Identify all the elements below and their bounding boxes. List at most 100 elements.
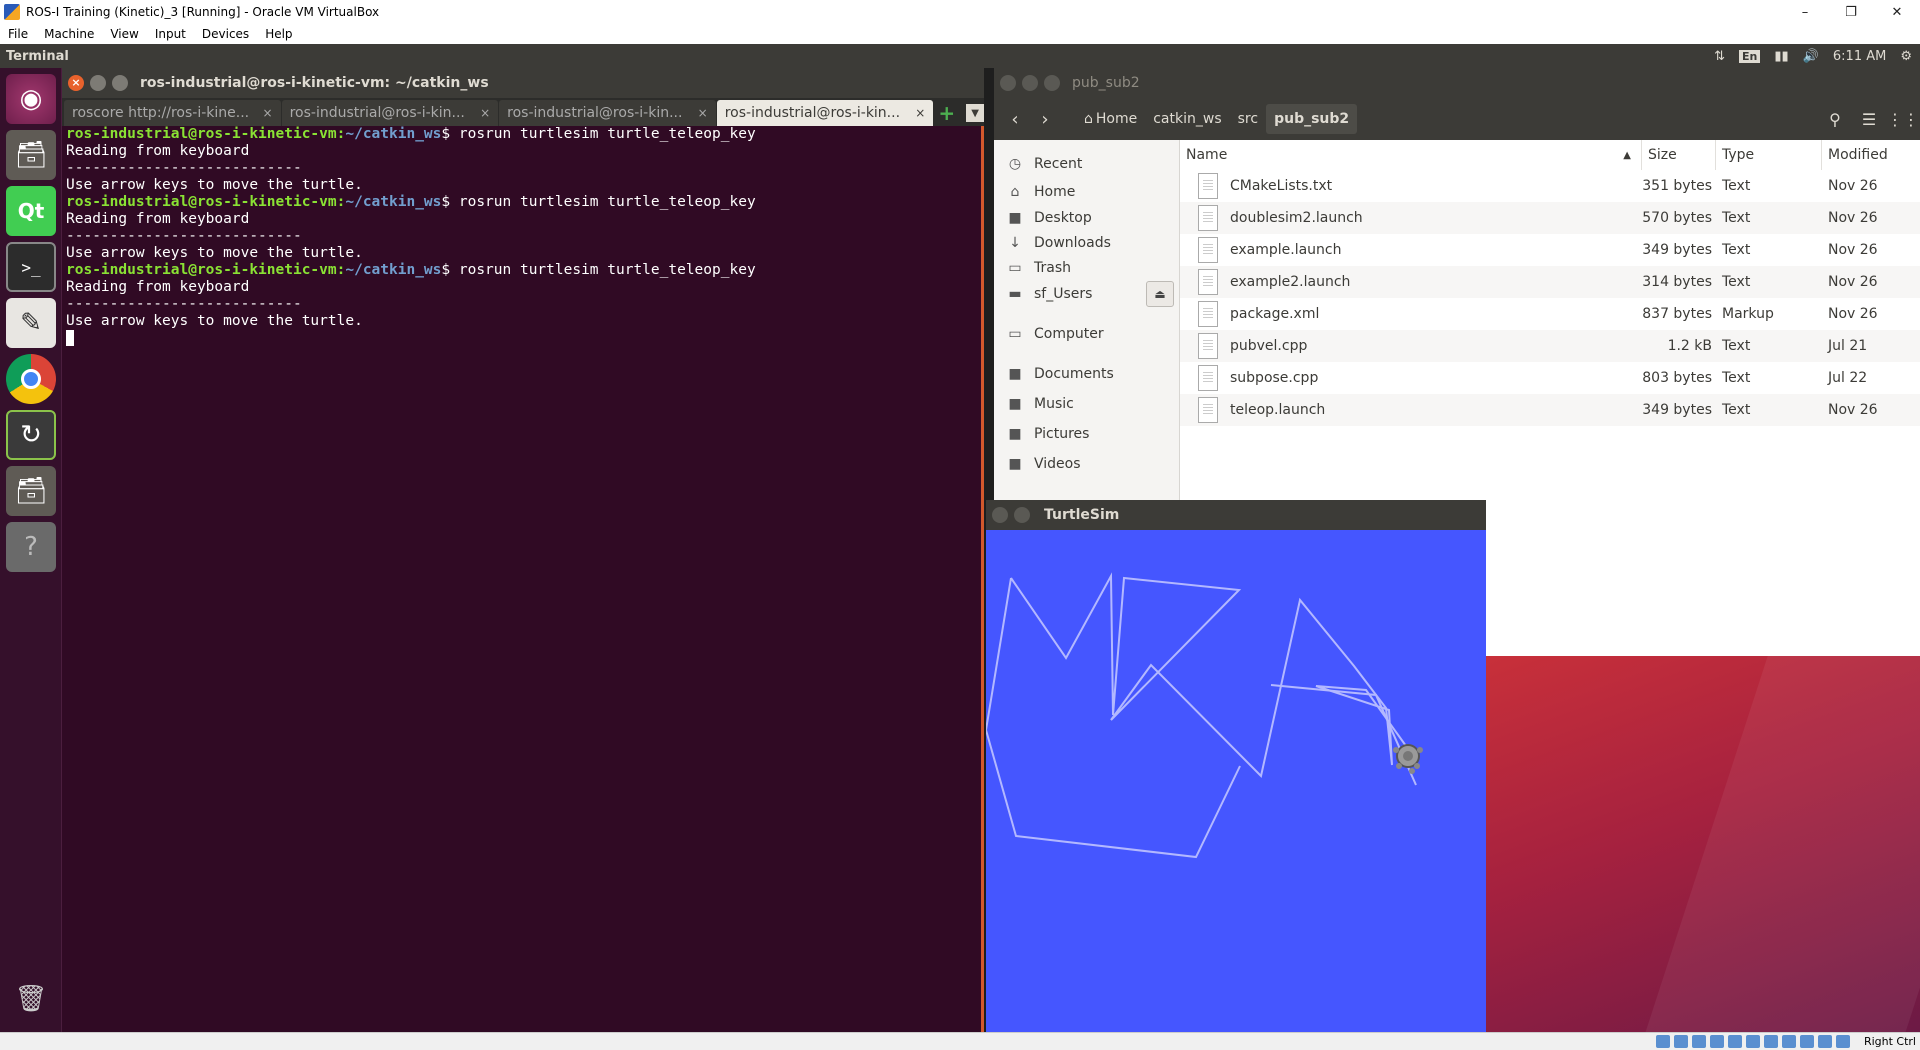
keyboard-icon[interactable] — [1836, 1035, 1850, 1048]
optical-drive-icon[interactable] — [1674, 1035, 1688, 1048]
keyboard-layout-indicator[interactable]: En — [1739, 49, 1761, 63]
turtlesim-close-button[interactable] — [992, 507, 1008, 523]
back-chevron-left-icon[interactable]: ‹ — [1000, 109, 1030, 130]
grid-view-icon[interactable]: ⋮⋮ — [1886, 104, 1920, 134]
terminal-maximize-button[interactable] — [112, 75, 128, 91]
column-header-type[interactable]: Type — [1716, 140, 1822, 170]
forward-chevron-right-icon[interactable]: › — [1030, 109, 1060, 130]
terminal-icon[interactable]: >_ — [6, 242, 56, 292]
file-row[interactable]: doublesim2.launch 570 bytes Text Nov 26 — [1180, 202, 1920, 234]
chrome-icon[interactable] — [6, 354, 56, 404]
files-icon-2[interactable]: 🗃 — [6, 466, 56, 516]
minimize-button[interactable]: – — [1782, 0, 1828, 24]
file-row[interactable]: example2.launch 314 bytes Text Nov 26 — [1180, 266, 1920, 298]
terminal-tab-3[interactable]: ros-industrial@ros-i-kin... × — [499, 100, 716, 126]
tab-close-icon[interactable]: × — [263, 106, 273, 120]
breadcrumb-pub-sub2[interactable]: pub_sub2 — [1266, 104, 1358, 134]
sidebar-item-trash[interactable]: ▭ Trash — [1000, 254, 1176, 282]
menu-view[interactable]: View — [110, 27, 138, 41]
terminal-tab-1[interactable]: roscore http://ros-i-kine... × — [64, 100, 281, 126]
sidebar-item-pictures[interactable]: ■ Pictures — [1000, 420, 1176, 448]
breadcrumb-home[interactable]: ⌂ Home — [1076, 104, 1145, 134]
host-status-bar: Right Ctrl — [0, 1032, 1920, 1050]
sidebar-item-music[interactable]: ■ Music — [1000, 390, 1176, 418]
column-header-modified[interactable]: Modified — [1822, 140, 1920, 170]
terminal-close-button[interactable]: × — [68, 75, 84, 91]
network-icon[interactable]: ⇅ — [1714, 49, 1725, 64]
video-capture-icon[interactable] — [1782, 1035, 1796, 1048]
tab-close-icon[interactable]: × — [698, 106, 708, 120]
turtle-icon — [1393, 744, 1423, 774]
trash-icon: ▭ — [1008, 260, 1022, 276]
terminal-tab-4[interactable]: ros-industrial@ros-i-kin... × — [716, 100, 934, 126]
menu-file[interactable]: File — [8, 27, 28, 41]
display-icon[interactable] — [1764, 1035, 1778, 1048]
new-tab-plus-icon[interactable]: + — [938, 100, 960, 126]
tab-menu-chevron-down-icon[interactable]: ▼ — [966, 104, 985, 122]
file-row[interactable]: teleop.launch 349 bytes Text Nov 26 — [1180, 394, 1920, 426]
terminal-line: --------------------------- — [66, 296, 302, 312]
audio-icon[interactable] — [1692, 1035, 1706, 1048]
clock[interactable]: 6:11 AM — [1833, 49, 1886, 64]
files-minimize-button[interactable] — [1022, 75, 1038, 91]
tab-close-icon[interactable]: × — [480, 106, 490, 120]
eject-icon[interactable]: ⏏ — [1146, 281, 1174, 307]
terminal-line — [66, 330, 976, 347]
terminal-minimize-button[interactable] — [90, 75, 106, 91]
menu-machine[interactable]: Machine — [44, 27, 94, 41]
turtlesim-minimize-button[interactable] — [1014, 507, 1030, 523]
close-button[interactable]: ✕ — [1874, 0, 1920, 24]
sidebar-item-home[interactable]: ⌂ Home — [1000, 178, 1176, 206]
usb-icon[interactable] — [1728, 1035, 1742, 1048]
menu-help[interactable]: Help — [265, 27, 292, 41]
menu-devices[interactable]: Devices — [202, 27, 249, 41]
text-editor-icon[interactable]: ✎ — [6, 298, 56, 348]
sidebar-item-documents[interactable]: ■ Documents — [1000, 360, 1176, 388]
software-updater-icon[interactable]: ↻ — [6, 410, 56, 460]
file-row[interactable]: CMakeLists.txt 351 bytes Text Nov 26 — [1180, 170, 1920, 202]
unity-launcher: ◉ 🗃 Qt >_ ✎ ↻ 🗃 ? 🗑 — [0, 68, 62, 1032]
help-icon[interactable]: ? — [6, 522, 56, 572]
terminal-tab-2[interactable]: ros-industrial@ros-i-kin... × — [281, 100, 499, 126]
terminal-output[interactable]: ros-industrial@ros-i-kinetic-vm:~/catkin… — [66, 126, 976, 1026]
column-header-size[interactable]: Size — [1642, 140, 1716, 170]
folder-icon: ■ — [1008, 396, 1022, 412]
shared-folder-icon[interactable] — [1746, 1035, 1760, 1048]
terminal-line: Reading from keyboard — [66, 143, 250, 159]
files-close-button[interactable] — [1000, 75, 1016, 91]
network-icon[interactable] — [1710, 1035, 1724, 1048]
sidebar-item-desktop[interactable]: ■ Desktop — [1000, 204, 1176, 232]
column-header-name[interactable]: Name ▲ — [1180, 140, 1642, 170]
search-icon[interactable]: ⚲ — [1818, 104, 1852, 134]
volume-icon[interactable]: 🔊 — [1803, 49, 1819, 64]
terminal-line: --------------------------- — [66, 228, 302, 244]
host-key-label: Right Ctrl — [1863, 1035, 1916, 1048]
sidebar-item-recent[interactable]: ◷ Recent — [1000, 150, 1176, 178]
file-row[interactable]: subpose.cpp 803 bytes Text Jul 22 — [1180, 362, 1920, 394]
terminal-tab-bar: roscore http://ros-i-kine... × ros-indust… — [62, 98, 985, 126]
mouse-integration-icon[interactable] — [1818, 1035, 1832, 1048]
files-maximize-button[interactable] — [1044, 75, 1060, 91]
tab-close-icon[interactable]: × — [915, 106, 925, 120]
ubuntu-dash-icon[interactable]: ◉ — [6, 74, 56, 124]
sidebar-item-downloads[interactable]: ↓ Downloads — [1000, 229, 1176, 257]
file-row[interactable]: example.launch 349 bytes Text Nov 26 — [1180, 234, 1920, 266]
file-row[interactable]: package.xml 837 bytes Markup Nov 26 — [1180, 298, 1920, 330]
list-view-icon[interactable]: ☰ — [1852, 104, 1886, 134]
restore-button[interactable]: ❐ — [1828, 0, 1874, 24]
hdd-icon[interactable] — [1656, 1035, 1670, 1048]
trash-icon[interactable]: 🗑 — [6, 974, 56, 1024]
breadcrumb-src[interactable]: src — [1230, 104, 1266, 134]
files-icon[interactable]: 🗃 — [6, 130, 56, 180]
qt-creator-icon[interactable]: Qt — [6, 186, 56, 236]
menu-input[interactable]: Input — [155, 27, 186, 41]
settings-gear-icon[interactable]: ⚙ — [1900, 49, 1912, 64]
battery-icon[interactable]: ▮▮ — [1774, 49, 1788, 64]
sidebar-item-videos[interactable]: ■ Videos — [1000, 450, 1176, 478]
file-row[interactable]: pubvel.cpp 1.2 kB Text Jul 21 — [1180, 330, 1920, 362]
breadcrumb-catkin-ws[interactable]: catkin_ws — [1145, 104, 1229, 134]
virtualization-icon[interactable] — [1800, 1035, 1814, 1048]
text-cursor — [66, 330, 74, 346]
sidebar-item-computer[interactable]: ▭ Computer — [1000, 320, 1176, 348]
files-titlebar: pub_sub2 — [994, 68, 1920, 98]
